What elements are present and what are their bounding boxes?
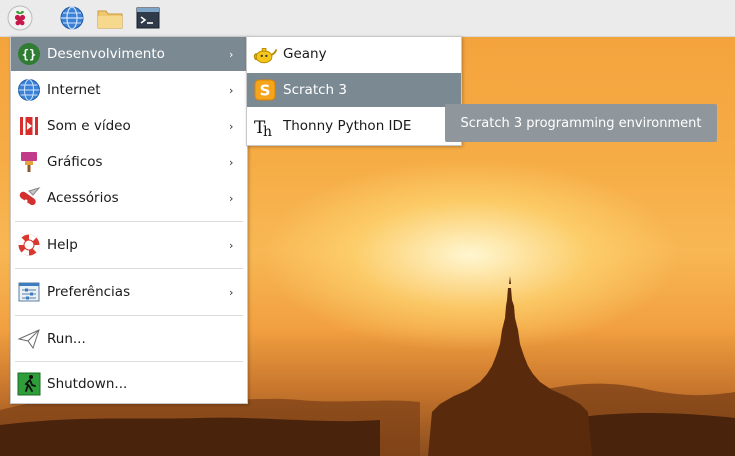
menu-item-internet[interactable]: Internet › bbox=[11, 73, 247, 107]
top-panel bbox=[0, 0, 735, 37]
svg-text:S: S bbox=[260, 82, 271, 100]
raspberry-pi-menu-button[interactable] bbox=[6, 4, 34, 32]
terminal-icon bbox=[136, 7, 160, 29]
submenu-item-label: Scratch 3 bbox=[283, 82, 347, 98]
scratch-icon: S bbox=[253, 78, 277, 102]
run-paper-plane-icon bbox=[17, 327, 41, 351]
raspberry-pi-icon bbox=[7, 5, 33, 31]
svg-text:h: h bbox=[263, 124, 272, 138]
menu-item-label: Run... bbox=[47, 331, 86, 347]
menu-separator bbox=[15, 315, 243, 316]
menu-item-shutdown[interactable]: Shutdown... bbox=[11, 367, 247, 401]
submenu-arrow-icon: › bbox=[229, 155, 234, 169]
submenu-item-thonny[interactable]: Th Thonny Python IDE bbox=[247, 109, 461, 143]
menu-separator bbox=[15, 221, 243, 222]
menu-item-label: Help bbox=[47, 237, 78, 253]
application-menu: {} Desenvolvimento › Internet › Som e ví… bbox=[10, 36, 248, 404]
menu-separator bbox=[15, 361, 243, 362]
menu-item-label: Acessórios bbox=[47, 190, 119, 206]
menu-item-label: Internet bbox=[47, 82, 101, 98]
menu-item-graficos[interactable]: Gráficos › bbox=[11, 145, 247, 179]
menu-item-preferencias[interactable]: Preferências › bbox=[11, 275, 247, 309]
submenu-item-label: Thonny Python IDE bbox=[283, 118, 412, 134]
submenu-item-label: Geany bbox=[283, 46, 327, 62]
graphics-brush-icon bbox=[17, 150, 41, 174]
submenu-arrow-icon: › bbox=[229, 191, 234, 205]
development-icon: {} bbox=[17, 42, 41, 66]
scratch-tooltip: Scratch 3 programming environment bbox=[445, 104, 717, 142]
menu-item-label: Shutdown... bbox=[47, 376, 128, 392]
submenu-arrow-icon: › bbox=[229, 285, 234, 299]
menu-item-label: Gráficos bbox=[47, 154, 103, 170]
terminal-button[interactable] bbox=[134, 4, 162, 32]
menu-item-run[interactable]: Run... bbox=[11, 322, 247, 356]
menu-item-som-e-video[interactable]: Som e vídeo › bbox=[11, 109, 247, 143]
menu-item-acessorios[interactable]: Acessórios › bbox=[11, 181, 247, 215]
menu-item-desenvolvimento[interactable]: {} Desenvolvimento › bbox=[11, 37, 247, 71]
geany-teapot-icon bbox=[253, 42, 277, 66]
submenu-arrow-icon: › bbox=[229, 83, 234, 97]
menu-separator bbox=[15, 268, 243, 269]
web-browser-button[interactable] bbox=[58, 4, 86, 32]
thonny-icon: Th bbox=[253, 114, 277, 138]
submenu-arrow-icon: › bbox=[229, 238, 234, 252]
menu-item-label: Preferências bbox=[47, 284, 131, 300]
submenu-item-scratch-3[interactable]: S Scratch 3 bbox=[247, 73, 461, 107]
submenu-item-geany[interactable]: Geany bbox=[247, 37, 461, 71]
sound-video-icon bbox=[17, 114, 41, 138]
submenu-arrow-icon: › bbox=[229, 47, 234, 61]
menu-item-help[interactable]: Help › bbox=[11, 228, 247, 262]
file-manager-button[interactable] bbox=[96, 4, 124, 32]
submenu-arrow-icon: › bbox=[229, 119, 234, 133]
web-browser-icon bbox=[60, 6, 84, 30]
shutdown-exit-icon bbox=[17, 372, 41, 396]
preferences-icon bbox=[17, 280, 41, 304]
svg-text:{}: {} bbox=[22, 48, 36, 62]
development-submenu: Geany S Scratch 3 Th Thonny Python IDE bbox=[246, 36, 462, 146]
menu-item-label: Som e vídeo bbox=[47, 118, 131, 134]
menu-item-label: Desenvolvimento bbox=[47, 46, 165, 62]
accessories-knife-icon bbox=[17, 186, 41, 210]
file-manager-icon bbox=[97, 10, 123, 29]
help-lifebuoy-icon bbox=[17, 233, 41, 257]
internet-globe-icon bbox=[17, 78, 41, 102]
